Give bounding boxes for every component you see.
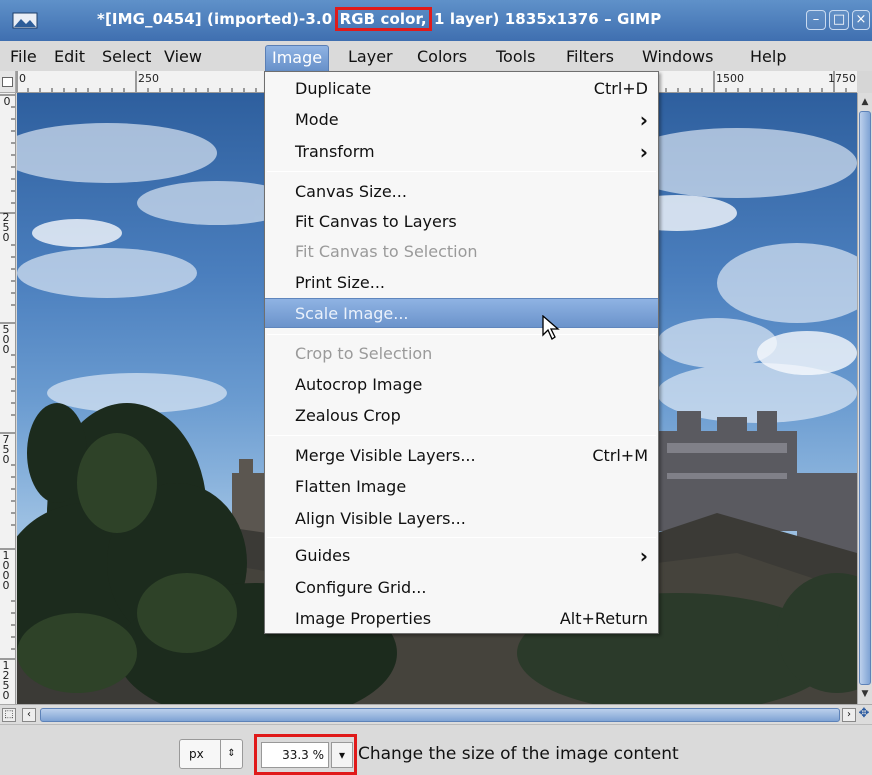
scroll-down-icon[interactable]: ▼ [859, 687, 871, 701]
menu-separator [267, 334, 656, 335]
menu-bar: File Edit Select View Image Layer Colors… [0, 41, 872, 71]
submenu-arrow-icon: › [639, 108, 648, 132]
menu-item-zealous-crop[interactable]: Zealous Crop [265, 401, 658, 431]
zoom-highlight-box: 33.3 % ▾ [254, 734, 357, 775]
horizontal-scrollbar-thumb[interactable] [40, 708, 840, 722]
vertical-scrollbar-thumb[interactable] [859, 111, 871, 685]
menu-separator [267, 537, 656, 538]
menu-item-fit-canvas-to-layers[interactable]: Fit Canvas to Layers [265, 207, 658, 237]
menu-image[interactable]: Image [265, 45, 330, 71]
menu-layer[interactable]: Layer [342, 45, 399, 71]
vruler-label-1000: 1000 [2, 549, 10, 592]
close-button[interactable]: × [852, 10, 870, 30]
menu-file[interactable]: File [4, 45, 43, 71]
vertical-scrollbar[interactable]: ▲ ▼ [857, 93, 872, 704]
status-bar: px ⇕ 33.3 % ▾ Change the size of the ima… [0, 724, 872, 775]
mouse-cursor-icon [542, 315, 560, 340]
menu-windows[interactable]: Windows [636, 45, 719, 71]
ruler-label-0: 0 [19, 72, 26, 85]
menu-item-duplicate[interactable]: Duplicate Ctrl+D [265, 74, 658, 104]
menu-select[interactable]: Select [96, 45, 157, 71]
zoom-dropdown-icon[interactable]: ▾ [331, 742, 353, 768]
vruler-label-500: 500 [2, 323, 10, 356]
menu-help[interactable]: Help [744, 45, 792, 71]
menu-item-autocrop-image[interactable]: Autocrop Image [265, 370, 658, 400]
menu-item-canvas-size[interactable]: Canvas Size... [265, 177, 658, 207]
menu-item-image-properties[interactable]: Image Properties Alt+Return [265, 604, 658, 634]
menu-edit[interactable]: Edit [48, 45, 91, 71]
navigate-icon[interactable]: ✥ [857, 707, 871, 722]
menu-item-fit-canvas-to-selection[interactable]: Fit Canvas to Selection [265, 237, 658, 267]
menu-item-crop-to-selection[interactable]: Crop to Selection [265, 339, 658, 369]
menu-tools[interactable]: Tools [490, 45, 541, 71]
submenu-arrow-icon: › [639, 544, 648, 568]
quick-mask-icon [2, 77, 13, 87]
menu-item-guides[interactable]: Guides › [265, 541, 658, 571]
horizontal-scrollbar[interactable]: ⬚ ‹ › ✥ [0, 704, 872, 724]
title-prefix: *[IMG_0454] (imported)-3.0 [97, 10, 333, 28]
gimp-app-icon[interactable] [12, 10, 38, 30]
menu-separator [267, 435, 656, 436]
menu-item-flatten-image[interactable]: Flatten Image [265, 472, 658, 502]
maximize-button[interactable]: □ [829, 10, 849, 30]
minimize-button[interactable]: – [806, 10, 826, 30]
vertical-ruler[interactable]: 0 250 500 750 1000 1250 [0, 93, 16, 704]
status-message: Change the size of the image content [358, 744, 679, 764]
quick-mask-toggle-icon[interactable]: ⬚ [2, 708, 16, 722]
menu-item-print-size[interactable]: Print Size... [265, 268, 658, 298]
window-title: *[IMG_0454] (imported)-3.0 RGB color, 1 … [97, 7, 662, 31]
menu-item-align-visible-layers[interactable]: Align Visible Layers... [265, 504, 658, 534]
scroll-left-icon[interactable]: ‹ [22, 708, 36, 722]
ruler-corner[interactable] [0, 71, 16, 93]
menu-separator [267, 171, 656, 172]
scroll-up-icon[interactable]: ▲ [859, 95, 871, 109]
title-bar: *[IMG_0454] (imported)-3.0 RGB color, 1 … [0, 0, 872, 41]
menu-item-mode[interactable]: Mode › [265, 105, 658, 135]
menu-view[interactable]: View [158, 45, 208, 71]
vruler-label-1250: 1250 [2, 659, 10, 702]
menu-item-transform[interactable]: Transform › [265, 137, 658, 167]
ruler-label-250: 250 [138, 72, 159, 85]
menu-item-merge-visible-layers[interactable]: Merge Visible Layers... Ctrl+M [265, 441, 658, 471]
vertical-ruler-ticks [0, 94, 15, 660]
scroll-right-icon[interactable]: › [842, 708, 856, 722]
ruler-label-1750: 1750 [828, 72, 856, 85]
vruler-label-750: 750 [2, 433, 10, 466]
unit-selector[interactable]: px ⇕ [179, 739, 243, 769]
menu-item-configure-grid[interactable]: Configure Grid... [265, 573, 658, 603]
menu-item-scale-image[interactable]: Scale Image... [265, 298, 658, 328]
menu-filters[interactable]: Filters [560, 45, 620, 71]
title-color-mode-highlight: RGB color, [334, 7, 432, 31]
zoom-input[interactable]: 33.3 % [261, 742, 329, 768]
unit-value: px [189, 747, 204, 761]
title-suffix: 1 layer) 1835x1376 – GIMP [433, 10, 662, 28]
submenu-arrow-icon: › [639, 140, 648, 164]
ruler-label-1500: 1500 [716, 72, 744, 85]
unit-spin-icon[interactable]: ⇕ [220, 740, 242, 768]
vruler-label-250: 250 [2, 211, 10, 244]
vruler-label-0: 0 [3, 95, 11, 108]
menu-colors[interactable]: Colors [411, 45, 473, 71]
image-menu-dropdown: Duplicate Ctrl+D Mode › Transform › Canv… [264, 71, 659, 634]
